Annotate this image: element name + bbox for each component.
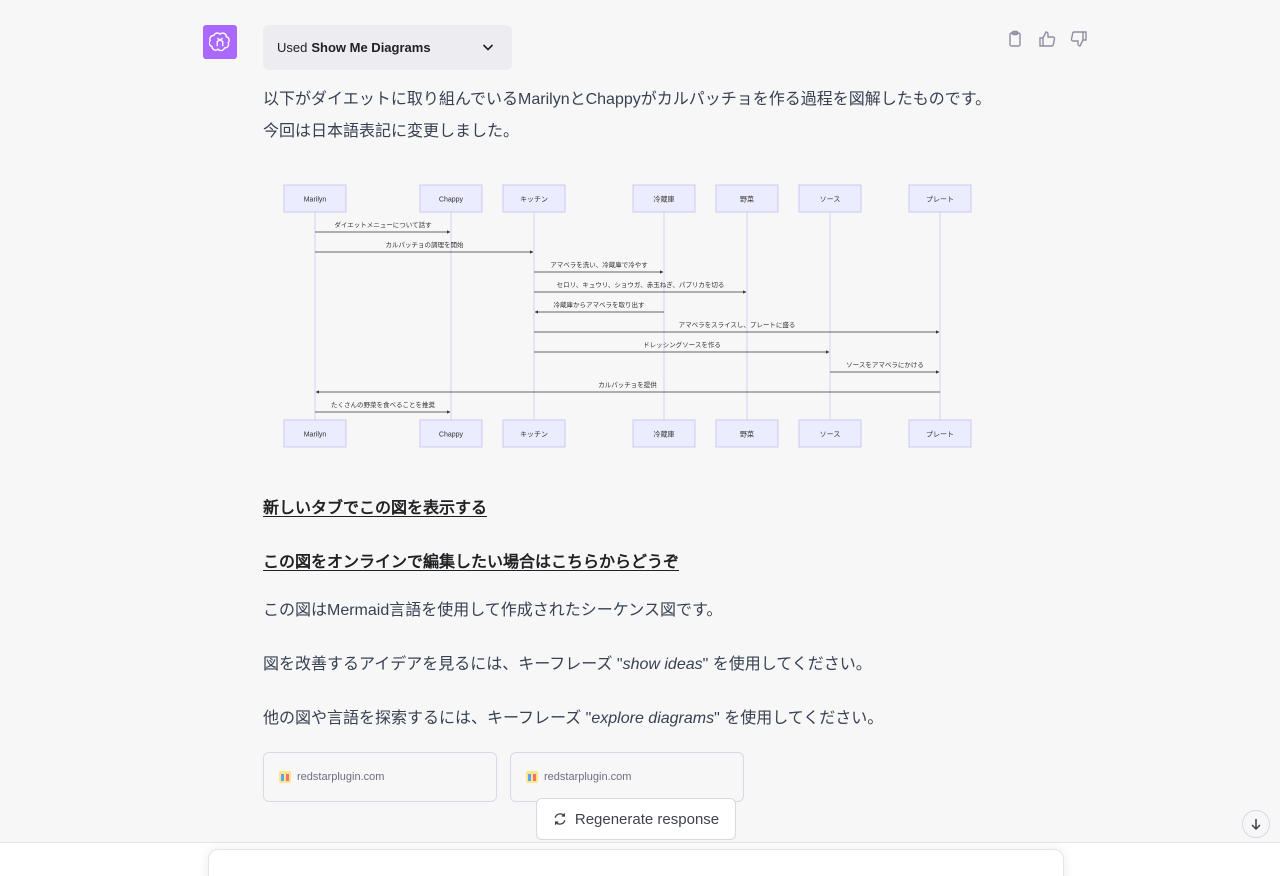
source-card-2[interactable]: redstarplugin.com bbox=[510, 752, 744, 802]
show-ideas-text: 図を改善するアイデアを見るには、キーフレーズ "show ideas" を使用し… bbox=[263, 649, 1003, 681]
participant-label: 野菜 bbox=[740, 195, 754, 204]
plugin-used-prefix: Used bbox=[277, 40, 308, 55]
show-ideas-prefix: 図を改善するアイデアを見るには、キーフレーズ " bbox=[263, 656, 623, 673]
chevron-down-icon bbox=[480, 39, 496, 58]
openai-logo-icon bbox=[209, 32, 230, 52]
message-input[interactable] bbox=[208, 849, 1064, 876]
participant-label: キッチン bbox=[520, 196, 548, 204]
message-label: アマベラを洗い、冷蔵庫で冷やす bbox=[550, 260, 648, 269]
message-label: カルパッチョの調理を開始 bbox=[386, 240, 465, 249]
refresh-icon bbox=[554, 813, 566, 825]
explore-prefix: 他の図や言語を探索するには、キーフレーズ " bbox=[263, 710, 592, 727]
copy-icon[interactable] bbox=[1006, 30, 1024, 48]
message-label: アマベラをスライスし、プレートに盛る bbox=[679, 320, 796, 329]
message-actions bbox=[1006, 30, 1088, 48]
participant-label: Marilyn bbox=[304, 432, 327, 439]
intro-text: 以下がダイエットに取り組んでいるMarilynとChappyがカルパッチョを作る… bbox=[263, 91, 992, 140]
regenerate-label: Regenerate response bbox=[574, 810, 720, 828]
scroll-to-bottom-button[interactable] bbox=[1242, 810, 1270, 838]
mermaid-info-text: この図はMermaid言語を使用して作成されたシーケンス図です。 bbox=[263, 602, 723, 619]
participant-label: キッチン bbox=[520, 431, 548, 439]
message-label: ソースをアマベラにかける bbox=[846, 361, 924, 369]
source-card-1[interactable]: redstarplugin.com bbox=[263, 752, 497, 802]
show-ideas-keyphrase: show ideas bbox=[622, 656, 703, 673]
participant-label: Chappy bbox=[439, 432, 464, 439]
thumbs-down-icon[interactable] bbox=[1070, 30, 1088, 48]
regenerate-response-button[interactable]: Regenerate response bbox=[536, 798, 736, 840]
explore-keyphrase: explore diagrams bbox=[591, 710, 715, 727]
source-domain: redstarplugin.com bbox=[544, 771, 632, 783]
message-label: 冷蔵庫からアマベラを取り出す bbox=[554, 300, 646, 309]
favicon-icon bbox=[279, 771, 291, 783]
favicon-icon bbox=[526, 771, 538, 783]
source-domain: redstarplugin.com bbox=[297, 771, 385, 783]
participant-label: 野菜 bbox=[740, 430, 754, 439]
participant-label: 冷蔵庫 bbox=[654, 430, 675, 439]
plugin-name: Show Me Diagrams bbox=[311, 40, 431, 55]
participant-label: 冷蔵庫 bbox=[654, 195, 675, 204]
assistant-avatar bbox=[203, 25, 237, 59]
open-in-new-tab-link[interactable]: 新しいタブでこの図を表示する bbox=[263, 494, 487, 518]
message-label: セロリ、キュウリ、ショウガ、赤玉ねぎ、パプリカを切る bbox=[557, 280, 725, 289]
participant-label: Chappy bbox=[439, 197, 464, 204]
show-ideas-suffix: " を使用してください。 bbox=[702, 656, 872, 673]
message-label: ドレッシングソースを作る bbox=[643, 340, 721, 349]
plugin-used-toggle[interactable]: Used Show Me Diagrams bbox=[263, 25, 512, 70]
participant-label: プレート bbox=[926, 431, 954, 439]
participant-label: Marilyn bbox=[304, 197, 327, 204]
sequence-diagram-svg: MarilynMarilynChappyChappyキッチンキッチン冷蔵庫冷蔵庫… bbox=[283, 184, 972, 448]
message-label: カルパッチョを提供 bbox=[598, 380, 657, 389]
participant-label: ソース bbox=[820, 196, 841, 204]
participant-label: ソース bbox=[820, 431, 841, 439]
sequence-diagram: Marilyn Marilyn Chappy Chappy キッチン キッチン 冷蔵庫 冷蔵庫… bbox=[263, 160, 993, 470]
message-label: ダイエットメニューについて話す bbox=[334, 220, 432, 229]
participant-label: プレート bbox=[926, 196, 954, 204]
explore-diagrams-text: 他の図や言語を探索するには、キーフレーズ "explore diagrams" … bbox=[263, 703, 1003, 735]
explore-suffix: " を使用してください。 bbox=[714, 710, 884, 727]
thumbs-up-icon[interactable] bbox=[1038, 30, 1056, 48]
message-label: たくさんの野菜を食べることを推奨 bbox=[331, 400, 436, 409]
arrow-down-icon bbox=[1251, 819, 1261, 831]
edit-online-link[interactable]: この図をオンラインで編集したい場合はこちらからどうぞ bbox=[263, 548, 679, 572]
